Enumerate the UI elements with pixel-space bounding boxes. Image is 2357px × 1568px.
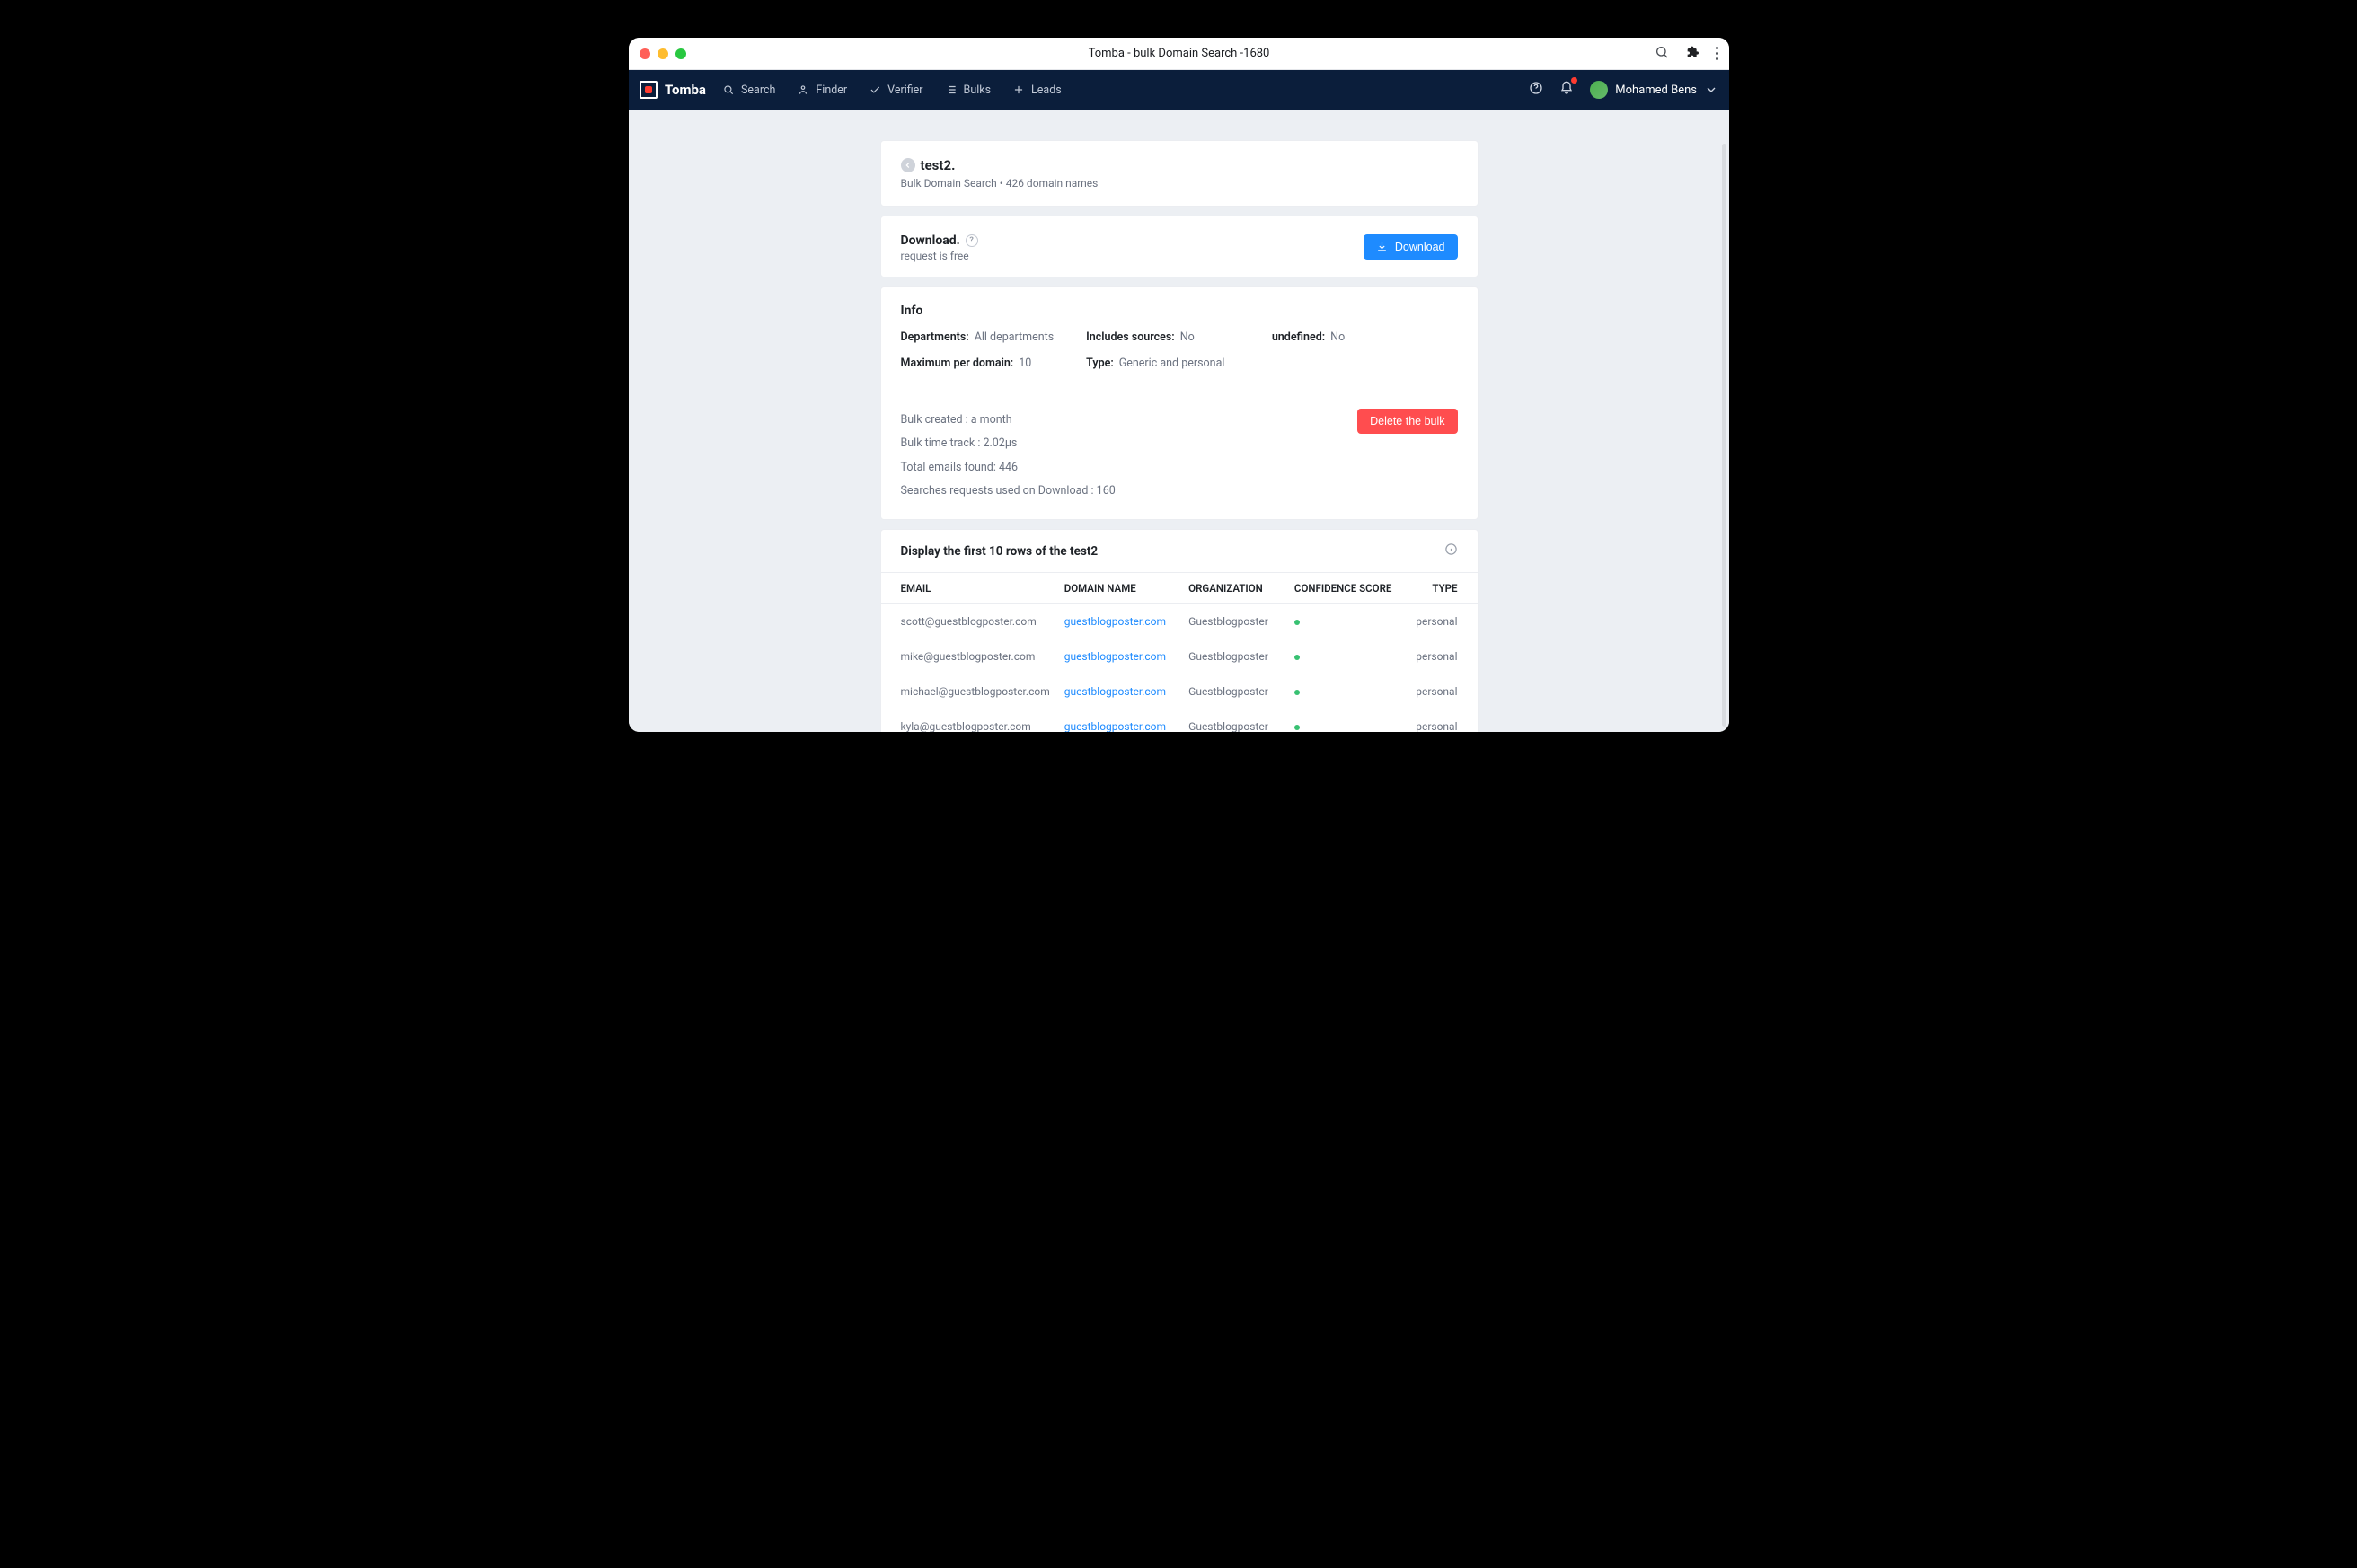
brand-logomark-icon <box>640 81 658 99</box>
results-table: EMAIL DOMAIN NAME ORGANIZATION CONFIDENC… <box>881 572 1478 732</box>
cell-domain[interactable]: guestblogposter.com <box>1057 639 1181 674</box>
info-max-per-domain: Maximum per domain:10 <box>901 357 1087 370</box>
help-tooltip-icon[interactable]: ? <box>966 234 978 247</box>
table-row[interactable]: mike@guestblogposter.com guestblogposter.… <box>881 639 1478 674</box>
cell-organization: Guestblogposter <box>1181 674 1287 709</box>
meta-time-track: Bulk time track : 2.02µs <box>901 432 1116 455</box>
info-undefined: undefined:No <box>1272 330 1458 344</box>
cell-organization: Guestblogposter <box>1181 639 1287 674</box>
confidence-dot-icon <box>1294 725 1300 730</box>
download-button[interactable]: Download <box>1364 234 1458 260</box>
cell-confidence <box>1287 674 1406 709</box>
nav-item-leads[interactable]: Leads <box>1012 84 1062 97</box>
table-header-row: EMAIL DOMAIN NAME ORGANIZATION CONFIDENC… <box>881 573 1478 604</box>
page-subtitle: Bulk Domain Search • 426 domain names <box>901 177 1458 189</box>
brand-logo[interactable]: Tomba <box>640 81 706 99</box>
meta-searches: Searches requests used on Download : 160 <box>901 480 1116 503</box>
page-body: test2. Bulk Domain Search • 426 domain n… <box>629 110 1729 732</box>
cell-type: personal <box>1406 674 1478 709</box>
nav-item-bulks[interactable]: Bulks <box>945 84 992 97</box>
help-icon[interactable] <box>1529 81 1543 99</box>
back-button[interactable] <box>901 158 915 172</box>
titlebar: Tomba - bulk Domain Search -1680 <box>629 38 1729 70</box>
cell-type: personal <box>1406 604 1478 639</box>
domain-link: guestblogposter.com <box>1064 685 1166 698</box>
avatar <box>1590 81 1608 99</box>
cell-domain[interactable]: guestblogposter.com <box>1057 674 1181 709</box>
delete-bulk-button[interactable]: Delete the bulk <box>1357 409 1457 434</box>
cell-confidence <box>1287 604 1406 639</box>
col-confidence: CONFIDENCE SCORE <box>1287 573 1406 604</box>
col-type: TYPE <box>1406 573 1478 604</box>
download-card: Download. ? request is free Download <box>880 216 1479 277</box>
notification-badge <box>1569 75 1579 85</box>
browser-window: Tomba - bulk Domain Search -1680 Tomba <box>629 38 1729 732</box>
download-heading: Download. <box>901 233 960 248</box>
bulk-header-card: test2. Bulk Domain Search • 426 domain n… <box>880 140 1479 207</box>
cell-domain[interactable]: guestblogposter.com <box>1057 604 1181 639</box>
user-menu[interactable]: Mohamed Bens <box>1590 81 1718 99</box>
chevron-down-icon <box>1704 83 1718 97</box>
brand-name: Tomba <box>665 82 706 98</box>
page-title: test2. <box>921 157 956 173</box>
domain-link: guestblogposter.com <box>1064 650 1166 663</box>
cell-organization: Guestblogposter <box>1181 709 1287 733</box>
cell-email: kyla@guestblogposter.com <box>881 709 1057 733</box>
col-organization: ORGANIZATION <box>1181 573 1287 604</box>
cell-email: michael@guestblogposter.com <box>881 674 1057 709</box>
table-row[interactable]: michael@guestblogposter.com guestblogpost… <box>881 674 1478 709</box>
table-title: Display the first 10 rows of the test2 <box>901 544 1099 559</box>
notifications-icon[interactable] <box>1559 81 1574 99</box>
cell-confidence <box>1287 639 1406 674</box>
app-nav: Tomba Search Finder Verifier Bulks <box>629 70 1729 110</box>
cell-email: mike@guestblogposter.com <box>881 639 1057 674</box>
results-table-card: Display the first 10 rows of the test2 E… <box>880 529 1479 732</box>
nav-label: Finder <box>816 84 847 97</box>
meta-total-emails: Total emails found: 446 <box>901 456 1116 480</box>
table-row[interactable]: kyla@guestblogposter.com guestblogposter.… <box>881 709 1478 733</box>
confidence-dot-icon <box>1294 690 1300 695</box>
domain-link: guestblogposter.com <box>1064 615 1166 628</box>
cell-organization: Guestblogposter <box>1181 604 1287 639</box>
info-departments: Departments:All departments <box>901 330 1087 344</box>
cell-confidence <box>1287 709 1406 733</box>
table-info-icon[interactable] <box>1444 542 1458 559</box>
confidence-dot-icon <box>1294 655 1300 660</box>
nav-label: Leads <box>1031 84 1062 97</box>
meta-created: Bulk created : a month <box>901 409 1116 432</box>
nav-item-search[interactable]: Search <box>722 84 775 97</box>
delete-bulk-label: Delete the bulk <box>1370 415 1444 427</box>
info-heading: Info <box>901 304 1458 318</box>
download-icon <box>1376 241 1388 252</box>
nav-label: Verifier <box>887 84 922 97</box>
scrollbar[interactable] <box>1722 144 1726 727</box>
nav-label: Bulks <box>964 84 992 97</box>
col-domain: DOMAIN NAME <box>1057 573 1181 604</box>
bulk-meta: Bulk created : a month Bulk time track :… <box>901 409 1116 503</box>
domain-link: guestblogposter.com <box>1064 720 1166 732</box>
info-includes-sources: Includes sources:No <box>1086 330 1272 344</box>
col-email: EMAIL <box>881 573 1057 604</box>
nav-label: Search <box>741 84 775 97</box>
cell-type: personal <box>1406 709 1478 733</box>
info-type: Type:Generic and personal <box>1086 357 1272 370</box>
download-button-label: Download <box>1395 241 1445 253</box>
info-card: Info Departments:All departments Include… <box>880 286 1479 520</box>
window-title: Tomba - bulk Domain Search -1680 <box>629 47 1729 60</box>
cell-email: scott@guestblogposter.com <box>881 604 1057 639</box>
cell-domain[interactable]: guestblogposter.com <box>1057 709 1181 733</box>
table-row[interactable]: scott@guestblogposter.com guestblogposter… <box>881 604 1478 639</box>
nav-item-verifier[interactable]: Verifier <box>869 84 922 97</box>
user-name: Mohamed Bens <box>1615 84 1697 97</box>
cell-type: personal <box>1406 639 1478 674</box>
nav-item-finder[interactable]: Finder <box>797 84 847 97</box>
download-subtitle: request is free <box>901 250 978 262</box>
confidence-dot-icon <box>1294 620 1300 625</box>
